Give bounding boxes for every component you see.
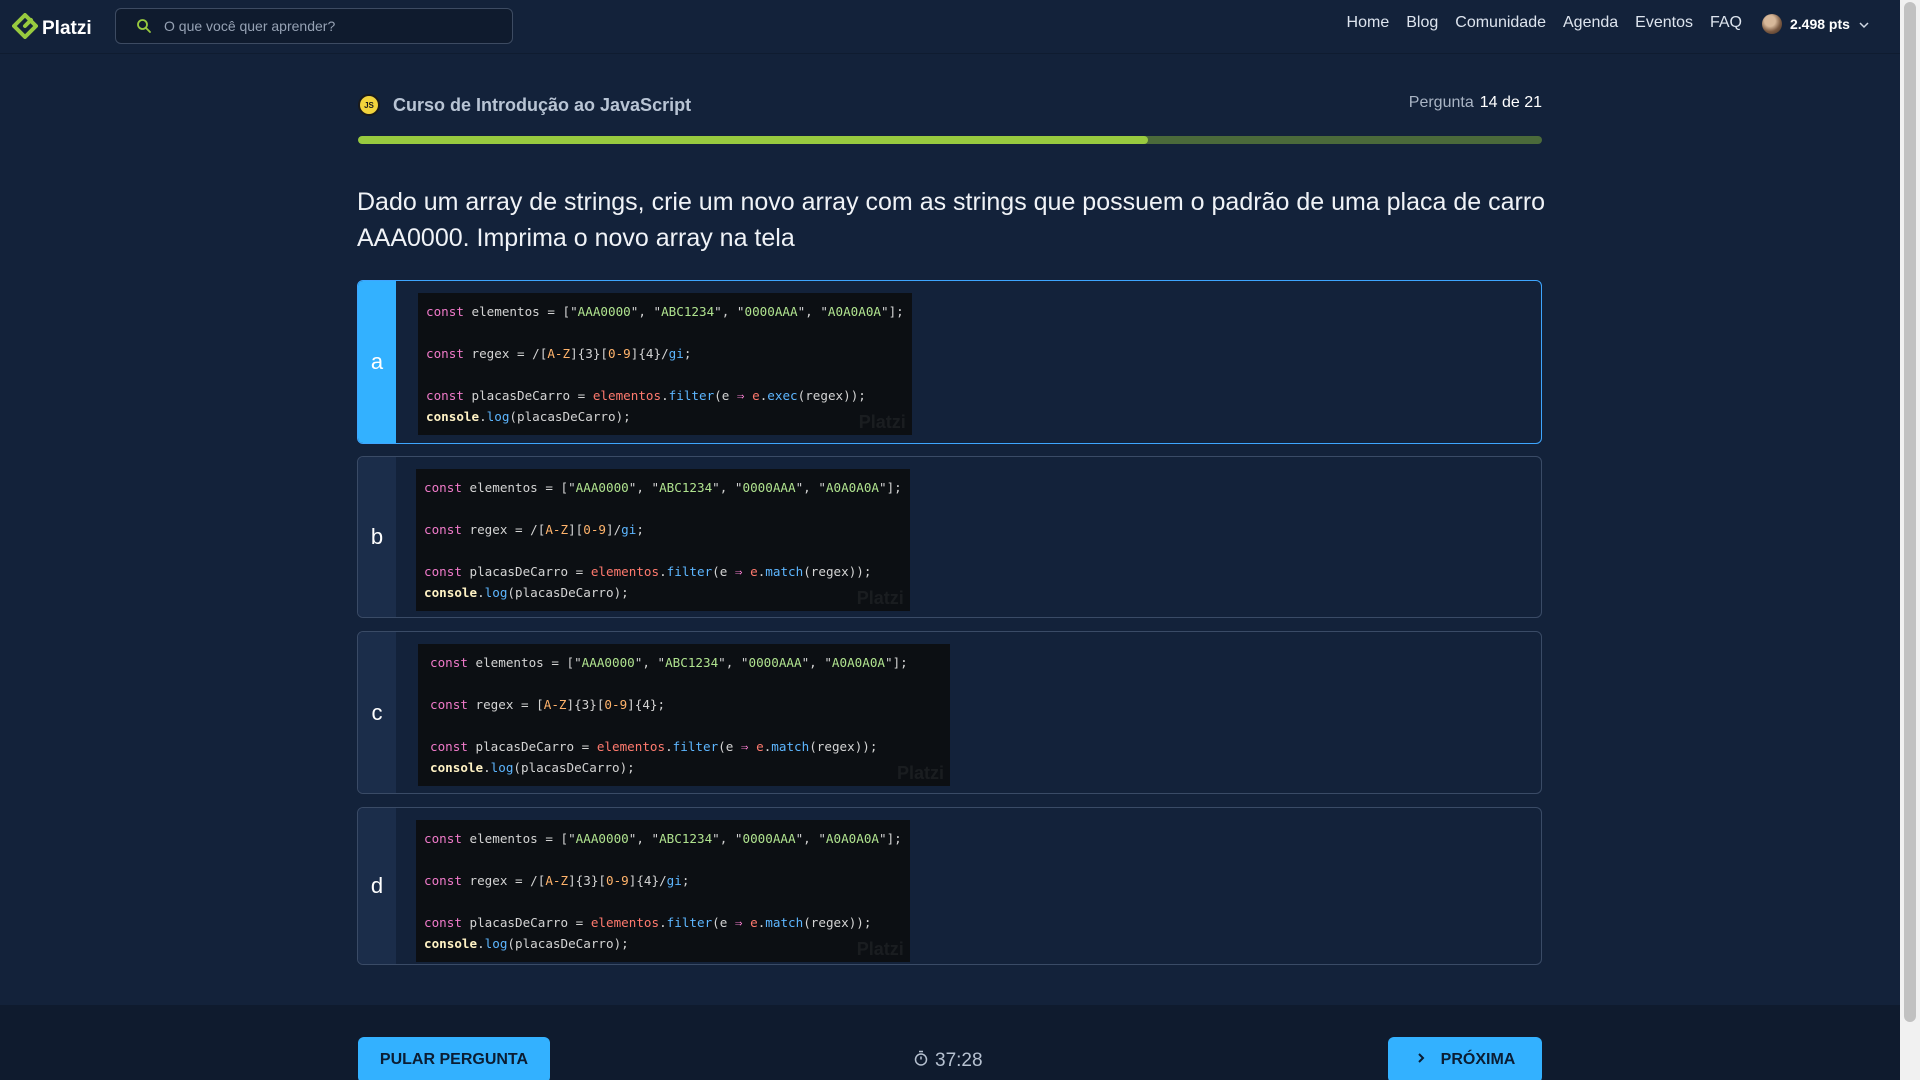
course-title: Curso de Introdução ao JavaScript: [393, 95, 692, 115]
code-snippet: const elementos = ["AAA0000", "ABC1234",…: [416, 469, 910, 611]
quiz-timer: 37:28: [913, 1050, 983, 1072]
answer-option-c[interactable]: c const elementos = ["AAA0000", "ABC1234…: [357, 631, 1542, 794]
stopwatch-icon: [913, 1050, 929, 1072]
option-letter: a: [358, 281, 396, 443]
question-label: Pergunta: [1408, 94, 1474, 111]
user-menu[interactable]: 2.498 pts: [1762, 14, 1870, 34]
answer-option-d[interactable]: d const elementos = ["AAA0000", "ABC1234…: [357, 807, 1542, 965]
progress-fill: [358, 136, 1148, 144]
platzi-logo[interactable]: Platzi: [12, 13, 92, 45]
chevron-down-icon: [1858, 18, 1870, 30]
nav-eventos[interactable]: Eventos: [1635, 14, 1693, 32]
question-counter: Pergunta 14 de 21: [1409, 94, 1542, 112]
search-icon: [136, 18, 152, 34]
option-letter: b: [358, 457, 396, 617]
scrollbar-thumb[interactable]: [1904, 2, 1916, 1022]
option-letter: c: [358, 632, 396, 793]
code-snippet: const elementos = ["AAA0000", "ABC1234",…: [416, 820, 910, 962]
search-bar[interactable]: [115, 8, 513, 44]
platzi-watermark: Platzi: [858, 412, 906, 432]
logo-text: Platzi: [42, 18, 92, 39]
main-nav: Home Blog Comunidade Agenda Eventos FAQ: [1347, 14, 1742, 32]
skip-label: PULAR PERGUNTA: [379, 1051, 529, 1068]
option-letter: d: [358, 808, 396, 964]
platzi-watermark: Platzi: [896, 763, 944, 783]
nav-faq[interactable]: FAQ: [1710, 14, 1742, 32]
question-text: Dado um array de strings, crie um novo a…: [357, 188, 1546, 252]
next-label: PRÓXIMA: [1440, 1051, 1516, 1068]
nav-agenda[interactable]: Agenda: [1563, 14, 1618, 32]
course-header: JS Curso de Introdução ao JavaScript Per…: [358, 92, 1542, 122]
user-points: 2.498 pts: [1790, 16, 1850, 32]
quiz-progress-bar: [358, 136, 1542, 144]
timer-value: 37:28: [935, 1050, 983, 1071]
nav-home[interactable]: Home: [1347, 14, 1390, 32]
nav-blog[interactable]: Blog: [1406, 14, 1438, 32]
platzi-logo-icon: [12, 13, 38, 45]
code-snippet: const elementos = ["AAA0000", "ABC1234",…: [418, 293, 912, 435]
next-button[interactable]: PRÓXIMA: [1388, 1037, 1542, 1080]
platzi-watermark: Platzi: [856, 588, 904, 608]
search-input[interactable]: [164, 18, 484, 34]
page-scrollbar[interactable]: [1900, 0, 1920, 1080]
code-snippet: const elementos = ["AAA0000", "ABC1234",…: [418, 644, 950, 786]
answer-option-b[interactable]: b const elementos = ["AAA0000", "ABC1234…: [357, 456, 1542, 618]
platzi-watermark: Platzi: [856, 939, 904, 959]
skip-question-button[interactable]: PULAR PERGUNTA: [358, 1037, 550, 1080]
answer-option-a[interactable]: a const elementos = ["AAA0000", "ABC1234…: [357, 280, 1542, 444]
chevron-right-icon: [1415, 1051, 1427, 1069]
avatar: [1762, 14, 1782, 34]
nav-comunidade[interactable]: Comunidade: [1455, 14, 1546, 32]
js-badge-icon: JS: [358, 94, 380, 116]
top-navbar: Platzi Home Blog Comunidade Agenda Event…: [0, 0, 1900, 54]
question-number: 14 de 21: [1479, 94, 1542, 111]
